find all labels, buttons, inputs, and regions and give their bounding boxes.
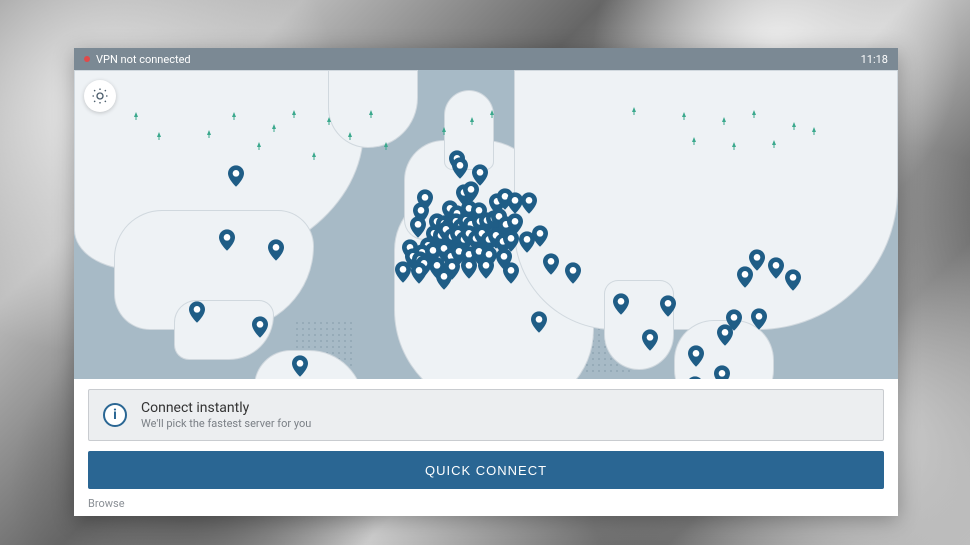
clock: 11:18 <box>861 53 888 66</box>
server-pin[interactable] <box>768 257 784 279</box>
server-pin[interactable] <box>472 164 488 186</box>
server-pin[interactable] <box>219 229 235 251</box>
tree-icon <box>812 127 816 135</box>
server-pin[interactable] <box>252 316 268 338</box>
tree-icon <box>232 112 236 120</box>
status-text: VPN not connected <box>96 53 191 66</box>
server-pin[interactable] <box>503 262 519 284</box>
server-pin[interactable] <box>749 249 765 271</box>
gear-icon <box>91 87 109 105</box>
tree-icon <box>327 117 331 125</box>
tree-icon <box>157 132 161 140</box>
server-pin[interactable] <box>726 309 742 331</box>
server-pin[interactable] <box>565 262 581 284</box>
connect-subtitle: We'll pick the fastest server for you <box>141 417 311 430</box>
server-pin[interactable] <box>642 329 658 351</box>
bottom-panel: i Connect instantly We'll pick the faste… <box>74 379 898 516</box>
server-pin[interactable] <box>189 301 205 323</box>
tree-icon <box>134 112 138 120</box>
connect-title: Connect instantly <box>141 400 311 416</box>
tree-icon <box>272 124 276 132</box>
settings-button[interactable] <box>84 80 116 112</box>
landmass-asia <box>514 70 898 330</box>
server-pin[interactable] <box>292 355 308 377</box>
tree-icon <box>722 117 726 125</box>
landmass-gl <box>328 70 418 148</box>
tree-icon <box>384 142 388 150</box>
server-pin[interactable] <box>461 257 477 279</box>
server-pin[interactable] <box>687 376 703 379</box>
world-map[interactable] <box>74 70 898 379</box>
server-pin[interactable] <box>410 216 426 238</box>
server-pin[interactable] <box>436 268 452 290</box>
server-pin[interactable] <box>478 257 494 279</box>
tree-icon <box>312 152 316 160</box>
browse-link[interactable]: Browse <box>88 497 884 510</box>
tree-icon <box>792 122 796 130</box>
tree-icon <box>490 110 494 118</box>
tree-icon <box>369 110 373 118</box>
tree-icon <box>732 142 736 150</box>
server-pin[interactable] <box>532 225 548 247</box>
status-dot-disconnected <box>84 56 90 62</box>
server-pin[interactable] <box>751 308 767 330</box>
tree-icon <box>207 130 211 138</box>
app-window: VPN not connected 11:18 <box>74 48 898 516</box>
quick-connect-button[interactable]: QUICK CONNECT <box>88 451 884 489</box>
tree-icon <box>257 142 261 150</box>
tree-icon <box>632 107 636 115</box>
tree-icon <box>752 110 756 118</box>
tree-icon <box>682 112 686 120</box>
server-pin[interactable] <box>395 261 411 283</box>
tree-icon <box>470 117 474 125</box>
tree-icon <box>692 137 696 145</box>
connect-card[interactable]: i Connect instantly We'll pick the faste… <box>88 389 884 441</box>
server-pin[interactable] <box>521 192 537 214</box>
tree-icon <box>772 140 776 148</box>
status-bar: VPN not connected 11:18 <box>74 48 898 70</box>
server-pin[interactable] <box>268 239 284 261</box>
server-pin[interactable] <box>785 269 801 291</box>
server-pin[interactable] <box>411 262 427 284</box>
tree-icon <box>292 110 296 118</box>
server-pin[interactable] <box>688 345 704 367</box>
server-pin[interactable] <box>613 293 629 315</box>
tree-icon <box>348 132 352 140</box>
server-pin[interactable] <box>228 165 244 187</box>
server-pin[interactable] <box>452 157 468 179</box>
tree-icon <box>442 127 446 135</box>
server-pin[interactable] <box>660 295 676 317</box>
server-pin[interactable] <box>531 311 547 333</box>
server-pin[interactable] <box>543 253 559 275</box>
info-icon: i <box>103 403 127 427</box>
server-pin[interactable] <box>714 365 730 379</box>
